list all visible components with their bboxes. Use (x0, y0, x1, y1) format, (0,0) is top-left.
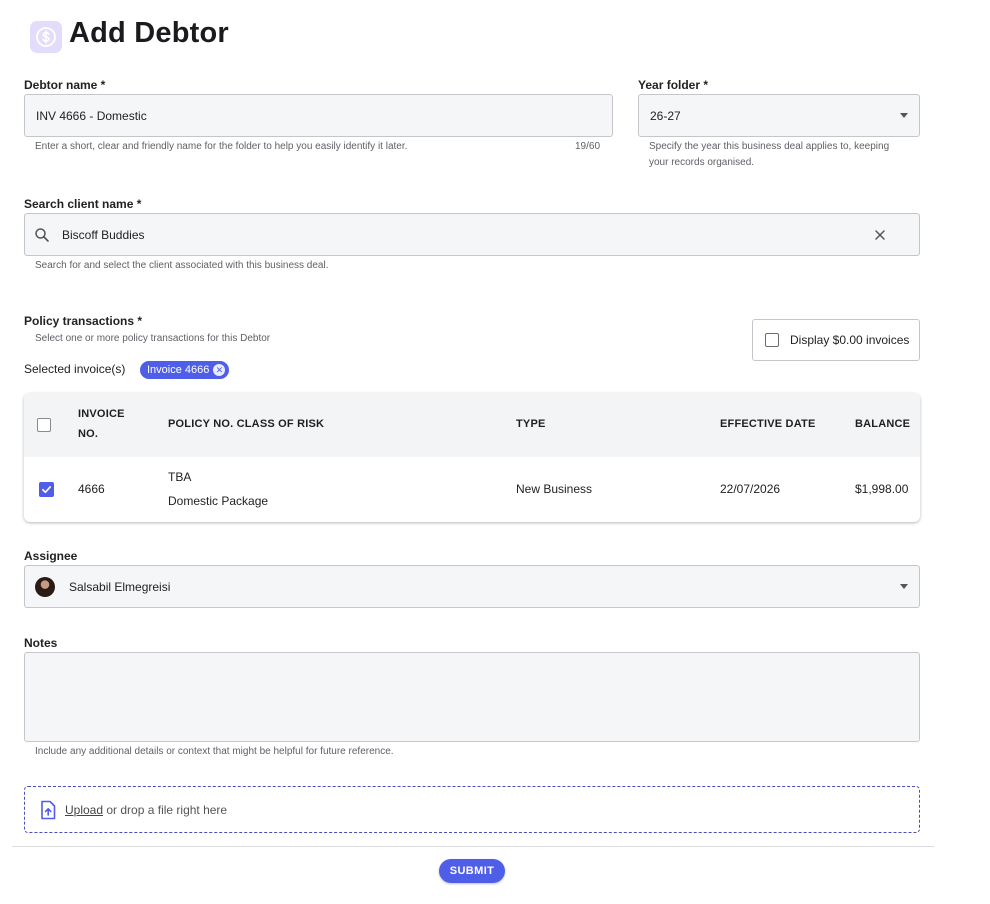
year-folder-helper-2: your records organised. (649, 157, 755, 168)
submit-button[interactable]: SUBMIT (439, 859, 505, 883)
divider (12, 846, 934, 847)
page-title: Add Debtor (69, 17, 229, 49)
display-zero-invoices-label: Display $0.00 invoices (790, 333, 910, 347)
notes-value (25, 653, 919, 663)
client-search-value: Biscoff Buddies (62, 227, 145, 242)
upload-hint: or drop a file right here (103, 802, 228, 817)
upload-file-icon (41, 800, 56, 819)
cell-effective-date: 22/07/2026 (720, 482, 781, 496)
policy-transactions-helper: Select one or more policy transactions f… (35, 333, 271, 344)
avatar (35, 576, 55, 597)
check-icon (42, 486, 51, 494)
select-all-checkbox[interactable] (37, 418, 51, 432)
upload-link[interactable]: Upload (65, 803, 103, 817)
table-header: INVOICE NO. POLICY NO. CLASS OF RISK TYP… (24, 393, 920, 457)
client-search-helper: Search for and select the client associa… (35, 260, 329, 271)
table-row[interactable]: 4666 TBA Domestic Package New Business 2… (24, 457, 920, 522)
cell-policy-no: TBA (168, 470, 192, 484)
file-upload-dropzone[interactable]: Upload or drop a file right here (24, 786, 920, 833)
header-policy-class: POLICY NO. CLASS OF RISK (168, 418, 325, 430)
notes-label: Notes (24, 636, 58, 650)
chip-label: Invoice 4666 (147, 364, 210, 376)
assignee-label: Assignee (24, 549, 78, 563)
search-icon (35, 227, 49, 242)
header-balance: BALANCE (855, 418, 911, 430)
notes-helper: Include any additional details or contex… (35, 746, 394, 757)
policy-transactions-label: Policy transactions * (24, 314, 143, 328)
header-effective-date: EFFECTIVE DATE (720, 418, 816, 430)
debtor-name-field[interactable]: INV 4666 - Domestic (24, 94, 613, 137)
chip-remove-icon[interactable]: ✕ (213, 364, 226, 376)
year-folder-select[interactable]: 26-27 (638, 94, 920, 137)
assignee-value: Salsabil Elmegreisi (69, 579, 171, 594)
header-type: TYPE (516, 418, 546, 430)
selected-invoices-label: Selected invoice(s) (24, 362, 126, 376)
debtor-name-counter: 19/60 (575, 141, 601, 152)
client-search-label: Search client name * (24, 197, 142, 211)
cell-invoice-no: 4666 (78, 482, 105, 496)
cell-type: New Business (516, 482, 593, 496)
year-folder-helper-1: Specify the year this business deal appl… (649, 141, 890, 152)
debtor-name-label: Debtor name * (24, 78, 106, 92)
selected-invoice-chip: Invoice 4666 ✕ (140, 361, 230, 379)
cell-balance: $1,998.00 (855, 482, 909, 496)
display-zero-invoices-toggle[interactable]: Display $0.00 invoices (752, 319, 920, 361)
display-zero-invoices-checkbox[interactable] (765, 333, 779, 347)
chevron-down-icon (900, 113, 908, 118)
notes-textarea[interactable] (24, 652, 920, 742)
year-folder-label: Year folder * (638, 78, 709, 92)
year-folder-value: 26-27 (650, 108, 681, 123)
header-invoice-no: INVOICE NO. (78, 408, 125, 440)
row-checkbox[interactable] (39, 482, 54, 497)
cell-class-of-risk: Domestic Package (168, 494, 269, 508)
policy-transactions-table: INVOICE NO. POLICY NO. CLASS OF RISK TYP… (24, 393, 920, 522)
debtor-name-value: INV 4666 - Domestic (36, 108, 147, 123)
dollar-coin-icon (36, 27, 56, 47)
chevron-down-icon (900, 584, 908, 589)
client-search-input[interactable]: Biscoff Buddies (24, 213, 920, 256)
close-icon[interactable] (874, 229, 886, 241)
debtor-name-helper: Enter a short, clear and friendly name f… (35, 141, 408, 152)
assignee-select[interactable]: Salsabil Elmegreisi (24, 565, 920, 608)
page-icon (30, 21, 62, 53)
